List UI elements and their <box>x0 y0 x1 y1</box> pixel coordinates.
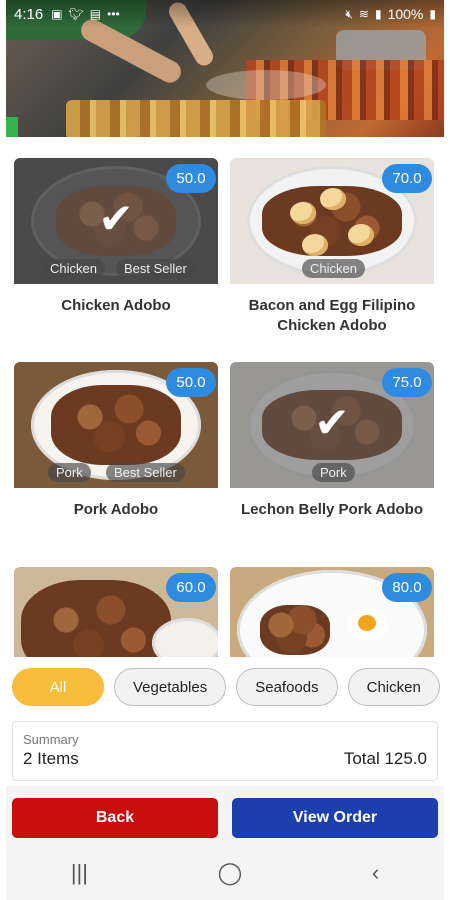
menu-item-card[interactable]: 80.0 <box>230 567 434 657</box>
menu-item-card[interactable]: 70.0 Chicken Bacon and Egg Filipino Chic… <box>230 158 434 336</box>
menu-grid: 50.0 ✔ Chicken Best Seller Chicken Adobo… <box>6 137 444 657</box>
system-navigation-bar: ||| ◯ ‹ <box>6 846 444 900</box>
more-dots-icon: ••• <box>107 7 120 21</box>
category-chip-all[interactable]: All <box>12 668 104 706</box>
checkmark-icon: ✔ <box>98 195 134 243</box>
summary-total: Total 125.0 <box>343 749 427 768</box>
menu-item-photo: 70.0 Chicken <box>230 158 434 284</box>
battery-icon: ▮ <box>429 7 436 21</box>
summary-item-count: 2 Items <box>23 749 79 768</box>
tag-badge: Best Seller <box>106 463 185 482</box>
wifi-icon: ≋ <box>358 7 369 21</box>
category-chip-vegetables[interactable]: Vegetables <box>114 668 227 706</box>
battery-percent: 100% <box>387 6 424 22</box>
recent-apps-icon[interactable]: ||| <box>71 860 88 886</box>
order-summary: Summary 2 Items Total 125.0 <box>12 721 438 781</box>
checkmark-icon: ✔ <box>314 399 350 447</box>
twitter-icon: 🐦︎ <box>68 7 84 21</box>
menu-item-name: Lechon Belly Pork Adobo <box>241 501 423 518</box>
back-chevron-icon[interactable]: ‹ <box>372 860 379 886</box>
gallery-icon: ▤ <box>89 7 102 21</box>
image-icon: ▣ <box>51 7 63 21</box>
price-badge: 70.0 <box>382 164 432 193</box>
price-badge: 75.0 <box>382 368 432 397</box>
view-order-button[interactable]: View Order <box>232 798 438 838</box>
price-badge: 60.0 <box>166 573 216 602</box>
menu-item-card[interactable]: 75.0 ✔ Pork Lechon Belly Pork Adobo <box>230 362 434 520</box>
action-bar: Back View Order <box>6 786 444 846</box>
tag-badge: Chicken <box>42 259 105 278</box>
app-screen: 4:16 ▣ 🐦︎ ▤ ••• 🔇︎ ≋ ▮ 100% ▮ 50.0 ✔ Chi… <box>6 0 444 900</box>
menu-item-name: Pork Adobo <box>73 501 159 518</box>
menu-item-photo: 75.0 ✔ Pork <box>230 362 434 488</box>
menu-item-photo: 60.0 <box>14 567 218 657</box>
menu-item-card[interactable]: 60.0 <box>14 567 218 657</box>
tag-badge: Pork <box>48 463 91 482</box>
status-time: 4:16 <box>14 5 44 23</box>
tag-badge: Chicken <box>302 259 365 278</box>
category-filter-bar: All Vegetables Seafoods Chicken <box>6 668 444 714</box>
menu-item-card[interactable]: 50.0 ✔ Chicken Best Seller Chicken Adobo <box>14 158 218 316</box>
summary-label: Summary <box>23 732 79 747</box>
signal-icon: ▮ <box>374 7 382 21</box>
status-bar: 4:16 ▣ 🐦︎ ▤ ••• 🔇︎ ≋ ▮ 100% ▮ <box>6 0 444 28</box>
menu-item-photo: 80.0 <box>230 567 434 657</box>
mute-icon: 🔇︎ <box>345 7 353 21</box>
menu-item-photo: 50.0 Pork Best Seller <box>14 362 218 488</box>
menu-item-photo: 50.0 ✔ Chicken Best Seller <box>14 158 218 284</box>
price-badge: 50.0 <box>166 368 216 397</box>
home-icon[interactable]: ◯ <box>218 860 243 886</box>
price-badge: 50.0 <box>166 164 216 193</box>
price-badge: 80.0 <box>382 573 432 602</box>
menu-item-name: Bacon and Egg Filipino Chicken Adobo <box>248 297 416 334</box>
menu-item-name: Chicken Adobo <box>61 297 171 314</box>
tag-badge: Pork <box>312 463 355 482</box>
category-chip-chicken[interactable]: Chicken <box>347 668 440 706</box>
back-button[interactable]: Back <box>12 798 218 838</box>
tag-badge: Best Seller <box>116 259 195 278</box>
menu-item-card[interactable]: 50.0 Pork Best Seller Pork Adobo <box>14 362 218 520</box>
category-chip-seafoods[interactable]: Seafoods <box>236 668 338 706</box>
